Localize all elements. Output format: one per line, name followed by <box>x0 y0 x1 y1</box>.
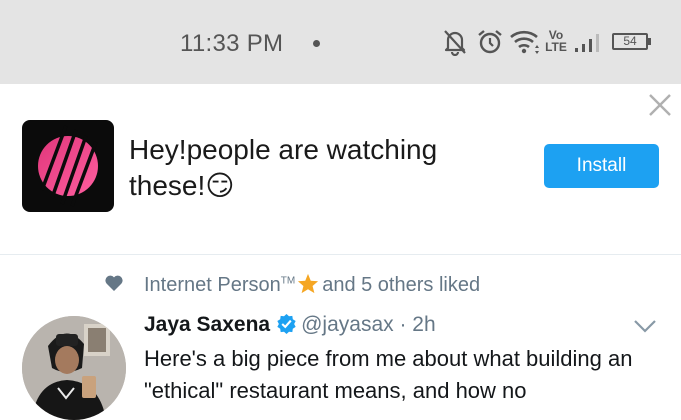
wifi-icon <box>510 30 539 54</box>
avatar-photo <box>22 316 126 420</box>
tweet-header: Jaya Saxena @jayasax · 2h <box>144 313 436 341</box>
notification-dot-icon <box>313 40 320 47</box>
app-logo <box>38 125 98 207</box>
tweet-text: Here's a big piece from me about what bu… <box>144 346 633 403</box>
battery-icon: 54 <box>612 33 648 50</box>
status-time: 11:33 PM <box>180 30 284 57</box>
heart-icon <box>105 275 123 291</box>
ad-headline: Hey!people are watching these!😏 <box>129 134 438 201</box>
liker-name: Internet Person <box>144 274 281 296</box>
avatar[interactable] <box>22 316 126 420</box>
status-bar: 11:33 PM Vo LTE 54 <box>0 0 681 84</box>
liked-summary: and 5 others liked <box>322 274 481 296</box>
chevron-down-icon[interactable] <box>633 318 657 334</box>
trademark-mark: TM <box>280 275 296 287</box>
social-context-text[interactable]: Internet PersonTM and 5 others liked <box>144 273 480 297</box>
volte-indicator: Vo LTE <box>543 29 569 53</box>
volte-bottom-label: LTE <box>545 40 567 54</box>
signal-icon <box>575 34 599 52</box>
battery-level: 54 <box>623 34 637 48</box>
alarm-icon <box>478 30 502 54</box>
battery-tip <box>648 38 651 45</box>
bell-off-icon <box>444 30 466 56</box>
handle-and-time[interactable]: @jayasax · 2h <box>301 313 436 336</box>
star-icon <box>298 273 319 294</box>
author-name[interactable]: Jaya Saxena <box>144 313 270 336</box>
app-icon[interactable] <box>22 120 114 212</box>
install-button[interactable]: Install <box>544 144 659 188</box>
verified-icon <box>277 313 296 334</box>
close-icon[interactable] <box>648 93 672 117</box>
